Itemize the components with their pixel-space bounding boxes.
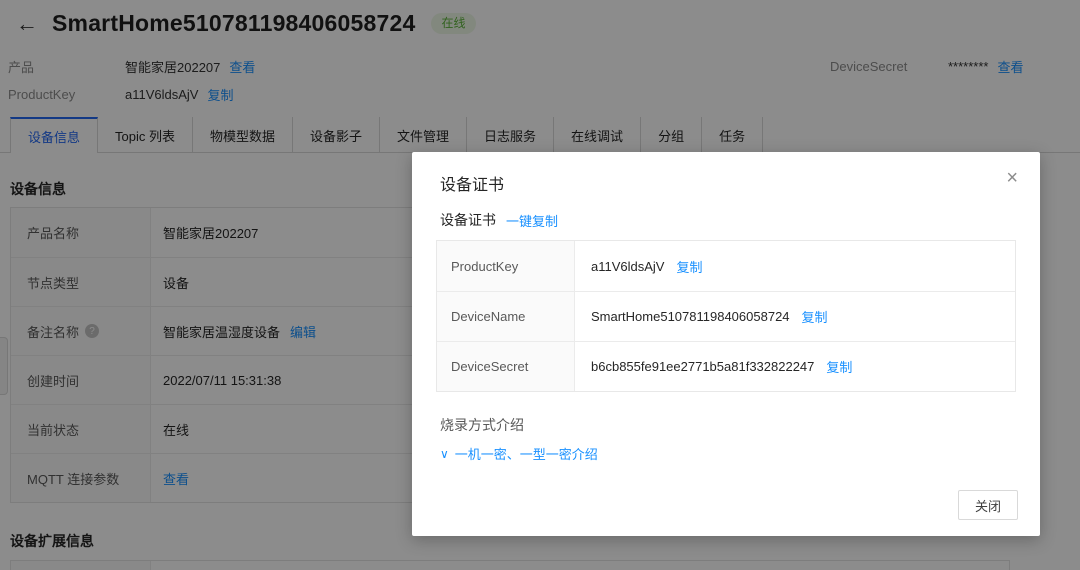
device-certificate-dialog: 设备证书 × 设备证书 一键复制 ProductKey a11V6ldsAjV 复… bbox=[412, 152, 1040, 536]
cert-row-label: ProductKey bbox=[451, 259, 518, 274]
devicename-copy-link[interactable]: 复制 bbox=[802, 307, 828, 326]
burn-method-link-label: 一机一密、一型一密介绍 bbox=[455, 444, 598, 463]
cert-row-label: DeviceSecret bbox=[451, 359, 528, 374]
chevron-down-icon: ∨ bbox=[440, 447, 449, 461]
cert-row-value: SmartHome510781198406058724 bbox=[591, 309, 790, 324]
cert-row-value: a11V6ldsAjV bbox=[591, 259, 664, 274]
burn-method-expand-link[interactable]: ∨ 一机一密、一型一密介绍 bbox=[440, 444, 598, 463]
certificate-section-label: 设备证书 bbox=[440, 210, 496, 230]
cert-row-label: DeviceName bbox=[451, 309, 525, 324]
copy-all-link[interactable]: 一键复制 bbox=[506, 211, 558, 230]
table-row: DeviceName SmartHome510781198406058724 复制 bbox=[437, 291, 1015, 341]
dialog-title: 设备证书 bbox=[440, 171, 504, 195]
productkey-copy-link[interactable]: 复制 bbox=[676, 257, 702, 276]
cert-row-value: b6cb855fe91ee2771b5a81f332822247 bbox=[591, 359, 814, 374]
devicesecret-copy-link[interactable]: 复制 bbox=[826, 357, 852, 376]
certificate-table: ProductKey a11V6ldsAjV 复制 DeviceName Smar… bbox=[436, 240, 1016, 392]
burn-method-section-title: 烧录方式介绍 bbox=[440, 415, 524, 435]
certificate-section: 设备证书 一键复制 bbox=[440, 210, 558, 230]
close-icon[interactable]: × bbox=[1006, 168, 1018, 188]
close-button[interactable]: 关闭 bbox=[958, 490, 1018, 520]
table-row: DeviceSecret b6cb855fe91ee2771b5a81f3328… bbox=[437, 341, 1015, 391]
table-row: ProductKey a11V6ldsAjV 复制 bbox=[437, 241, 1015, 291]
